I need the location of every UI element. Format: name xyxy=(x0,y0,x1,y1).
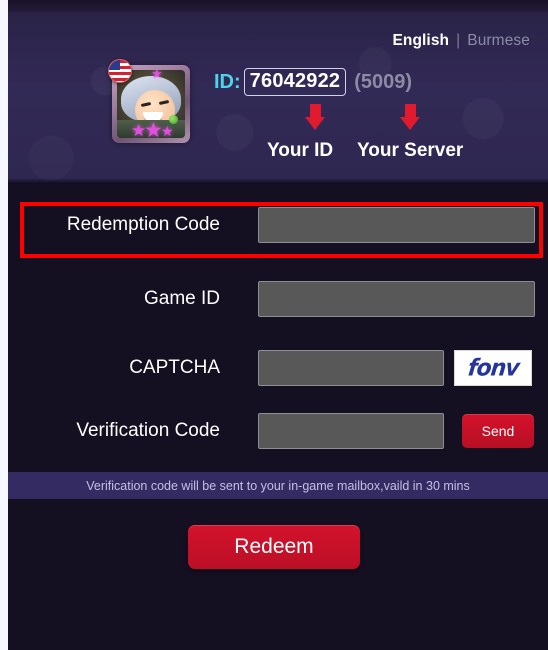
redeem-button[interactable]: Redeem xyxy=(188,525,360,569)
label-verification-code: Verification Code xyxy=(76,420,220,441)
flag-canton xyxy=(109,60,120,70)
star-icon: ★ xyxy=(151,70,163,81)
id-value: 76042922 xyxy=(243,68,347,96)
top-strip xyxy=(8,0,548,12)
hint-your-server: Your Server xyxy=(357,140,464,161)
page-body: English | Burmese ★ ★ ★ ★ ID: 76042922 (… xyxy=(8,0,548,650)
label-captcha: CAPTCHA xyxy=(129,357,220,378)
language-option-burmese[interactable]: Burmese xyxy=(467,32,530,49)
profile-header: English | Burmese ★ ★ ★ ★ ID: 76042922 (… xyxy=(8,12,548,184)
redeem-area: Redeem xyxy=(8,499,548,650)
label-game-id: Game ID xyxy=(143,288,220,309)
id-label: ID: xyxy=(214,70,241,93)
verification-notice-text: Verification code will be sent to your i… xyxy=(86,478,470,493)
language-switcher[interactable]: English | Burmese xyxy=(392,32,530,50)
captcha-image-text: fonv xyxy=(466,354,520,382)
avatar: ★ ★ ★ ★ xyxy=(108,59,190,143)
account-id-line: ID: 76042922 (5009) xyxy=(214,67,412,97)
us-flag-icon xyxy=(108,59,132,83)
arrow-shaft xyxy=(405,104,416,118)
captcha-image[interactable]: fonv xyxy=(454,350,532,386)
form-row-redemption-code: Redemption Code xyxy=(8,202,548,248)
arrow-head xyxy=(305,117,325,130)
language-option-english[interactable]: English xyxy=(392,32,449,49)
label-redemption-code: Redemption Code xyxy=(66,214,220,235)
language-separator: | xyxy=(456,32,461,49)
star-icon: ★ xyxy=(144,119,163,138)
server-value: (5009) xyxy=(354,70,413,93)
verification-code-input[interactable] xyxy=(258,413,444,449)
form-row-verification-code: Verification Code Send xyxy=(8,408,548,454)
arrow-head xyxy=(400,117,420,130)
verification-notice-bar: Verification code will be sent to your i… xyxy=(8,472,548,499)
arrow-shaft xyxy=(310,104,321,118)
form-row-game-id: Game ID xyxy=(8,276,548,322)
send-code-button[interactable]: Send xyxy=(462,414,534,448)
form-row-captcha: CAPTCHA fonv xyxy=(8,345,548,391)
redemption-code-input[interactable] xyxy=(258,207,535,243)
star-icon: ★ xyxy=(161,123,174,138)
game-id-input[interactable] xyxy=(258,281,535,317)
redemption-form: Redemption Code Game ID CAPTCHA fonv Ver… xyxy=(8,184,548,467)
redemption-page: English | Burmese ★ ★ ★ ★ ID: 76042922 (… xyxy=(0,0,548,650)
captcha-input[interactable] xyxy=(258,350,444,386)
hint-your-id: Your ID xyxy=(267,140,334,161)
